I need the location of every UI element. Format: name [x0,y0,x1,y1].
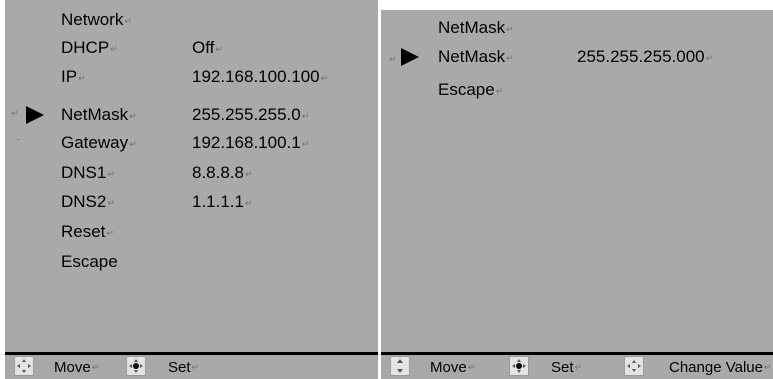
left-right-arrows-icon [624,356,644,376]
set-hint-label: Set [168,358,191,376]
change-value-hint: Change Value ↵ [669,358,772,376]
menu-item-value: 192.168.100.1 [192,133,301,152]
up-down-arrows-icon [390,356,410,376]
menu-item-label: IP [61,67,78,86]
menu-item-value: 255.255.255.000 [577,47,705,66]
key-hint-bar: Move ↵ Set ↵ [5,352,378,379]
menu-item-dns2[interactable]: DNS2↵ 1.1.1.1↵ [61,188,371,216]
move-hint: Move ↵ [430,358,476,376]
menu-item-dhcp[interactable]: DHCP↵ Off↵ [61,34,371,62]
menu-item-label: DNS1 [61,163,107,182]
set-hint: Set ↵ [168,358,200,376]
set-hint: Set ↵ [551,358,583,376]
set-hint-label: Set [551,358,574,376]
menu-item-netmask[interactable]: NetMask↵ 255.255.255.000↵ [438,43,768,71]
menu-item-netmask[interactable]: NetMask↵ 255.255.255.0↵ [61,101,371,129]
menu-title: Network↵ [61,10,132,29]
menu-item-label: NetMask [61,105,129,124]
change-value-hint-label: Change Value [669,358,763,376]
key-hint-bar: Move ↵ Set ↵ [381,352,773,379]
menu-item-dns1[interactable]: DNS1↵ 8.8.8.8↵ [61,159,371,187]
menu-item-value: 1.1.1.1 [192,192,244,211]
menu-screens: Network↵ DHCP↵ Off↵ IP↵ 192.168.100.100↵… [0,0,773,379]
selection-arrow-icon [26,106,44,124]
menu-item-label: Reset [61,222,106,241]
menu-item-label: DNS2 [61,192,107,211]
selection-arrow-icon [401,48,419,66]
menu-item-ip[interactable]: IP↵ 192.168.100.100↵ [61,63,371,91]
move-hint-label: Move [430,358,467,376]
paragraph-mark: ↵ [11,108,19,118]
netmask-edit-panel: NetMask↵ ↵ NetMask↵ 255.255.255.000↵ Esc… [381,10,773,379]
move-hint: Move ↵ [54,358,100,376]
four-way-arrows-icon [14,356,34,376]
menu-title-label: NetMask [438,18,506,37]
menu-item-label: Gateway [61,133,129,152]
menu-item-value: 192.168.100.100 [192,67,320,86]
bullet-mark: - [17,134,20,144]
paragraph-mark: ↵ [389,54,397,64]
menu-item-value: 255.255.255.0 [192,105,301,124]
menu-item-label: DHCP [61,38,110,57]
menu-title-label: Network [61,10,124,29]
move-hint-label: Move [54,358,91,376]
menu-item-escape[interactable]: Escape [61,248,118,276]
menu-item-label: Escape [61,252,118,271]
menu-item-escape[interactable]: Escape↵ [438,76,503,104]
network-menu-panel: Network↵ DHCP↵ Off↵ IP↵ 192.168.100.100↵… [5,0,378,379]
center-dot-arrows-icon [126,356,146,376]
menu-item-label: Escape [438,80,495,99]
menu-item-reset[interactable]: Reset↵ [61,218,114,246]
menu-item-value: 8.8.8.8 [192,163,244,182]
menu-item-label: NetMask [438,47,506,66]
menu-item-value: Off [192,38,215,57]
center-dot-arrows-icon [509,356,529,376]
menu-title: NetMask↵ [438,18,514,37]
menu-item-gateway[interactable]: Gateway↵ 192.168.100.1↵ [61,129,371,157]
